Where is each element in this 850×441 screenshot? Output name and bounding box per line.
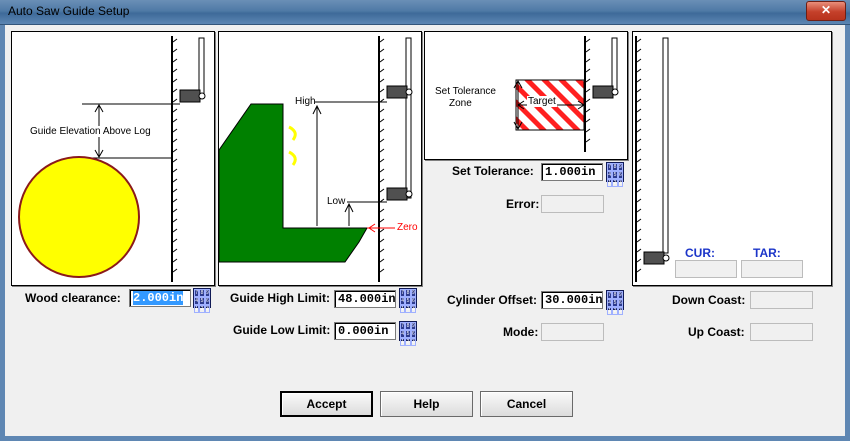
- tolerance-zone-label-1: Set Tolerance: [435, 86, 496, 97]
- low-label: Low: [327, 196, 346, 207]
- wood-clearance-keypad-icon[interactable]: 789456123: [193, 288, 211, 313]
- wood-clearance-input[interactable]: 2.000in: [129, 289, 191, 307]
- guide-high-limit-input[interactable]: 48.000in: [334, 290, 396, 308]
- keypad-digit: 6: [617, 299, 623, 307]
- up-coast-label: Up Coast:: [688, 325, 745, 339]
- position-diagram: CUR: TAR:: [632, 31, 832, 286]
- mode-label: Mode:: [503, 325, 539, 339]
- up-coast-field: [750, 323, 813, 341]
- tar-field: [741, 260, 803, 278]
- keypad-digit: 3: [410, 305, 416, 313]
- keypad-digit: 9: [617, 291, 623, 299]
- guide-elevation-label: Guide Elevation Above Log: [30, 126, 151, 137]
- keypad-digit: 6: [410, 297, 416, 305]
- keypad-digit: 6: [410, 330, 416, 338]
- guide-low-limit-input[interactable]: 0.000in: [334, 322, 396, 340]
- keypad-digit: 6: [617, 171, 623, 179]
- target-label: Target: [527, 96, 557, 107]
- zero-label: Zero: [397, 222, 418, 233]
- keypad-digit: 9: [410, 289, 416, 297]
- close-button[interactable]: ✕: [806, 1, 846, 21]
- position-svg: [635, 36, 670, 282]
- cylinder-offset-label: Cylinder Offset:: [447, 293, 538, 307]
- window-frame-bottom: [0, 436, 850, 441]
- guide-low-limit-keypad-icon[interactable]: 789456123: [399, 321, 417, 346]
- log-circle: [18, 156, 140, 278]
- close-icon: ✕: [820, 3, 832, 17]
- help-button[interactable]: Help: [380, 391, 473, 417]
- tolerance-zone-label-2: Zone: [449, 98, 472, 109]
- tolerance-zone-diagram: Set Tolerance Zone Target: [424, 31, 628, 160]
- error-label: Error:: [506, 197, 540, 211]
- accept-button[interactable]: Accept: [280, 391, 373, 417]
- tar-label: TAR:: [753, 246, 781, 260]
- set-tolerance-input[interactable]: 1.000in: [541, 163, 603, 181]
- set-tolerance-keypad-icon[interactable]: 789456123: [606, 162, 624, 187]
- keypad-digit: 3: [617, 179, 623, 187]
- wood-clearance-svg: [18, 36, 206, 282]
- dialog-client-area: Guide Elevation Above Log High Low Zero …: [5, 25, 845, 436]
- set-tolerance-label: Set Tolerance:: [452, 164, 534, 178]
- cur-field: [675, 260, 737, 278]
- wood-clearance-label: Wood clearance:: [25, 291, 121, 305]
- title-bar[interactable]: Auto Saw Guide Setup ✕: [0, 0, 850, 25]
- high-label: High: [295, 96, 316, 107]
- keypad-digit: 9: [410, 322, 416, 330]
- keypad-digit: 9: [617, 163, 623, 171]
- down-coast-label: Down Coast:: [672, 293, 746, 307]
- guide-high-limit-label: Guide High Limit:: [230, 291, 330, 305]
- window-title: Auto Saw Guide Setup: [8, 4, 130, 18]
- keypad-digit: 3: [204, 305, 210, 313]
- cur-label: CUR:: [685, 246, 715, 260]
- mode-field: [541, 323, 604, 341]
- cylinder-offset-keypad-icon[interactable]: 789456123: [606, 290, 624, 315]
- guide-limits-diagram: High Low Zero: [218, 31, 422, 286]
- guide-low-limit-label: Guide Low Limit:: [233, 323, 331, 337]
- guide-limits-svg: [219, 36, 413, 282]
- down-coast-field: [750, 291, 813, 309]
- wood-clearance-value: 2.000in: [133, 291, 184, 305]
- wood-clearance-diagram: Guide Elevation Above Log: [11, 31, 215, 286]
- cancel-button[interactable]: Cancel: [480, 391, 573, 417]
- error-field: [541, 195, 604, 213]
- keypad-digit: 6: [204, 297, 210, 305]
- guide-high-limit-keypad-icon[interactable]: 789456123: [399, 288, 417, 313]
- keypad-digit: 3: [617, 307, 623, 315]
- keypad-digit: 3: [410, 338, 416, 346]
- keypad-digit: 9: [204, 289, 210, 297]
- window-frame-right: [845, 24, 850, 441]
- cylinder-offset-input[interactable]: 30.000in: [541, 291, 603, 309]
